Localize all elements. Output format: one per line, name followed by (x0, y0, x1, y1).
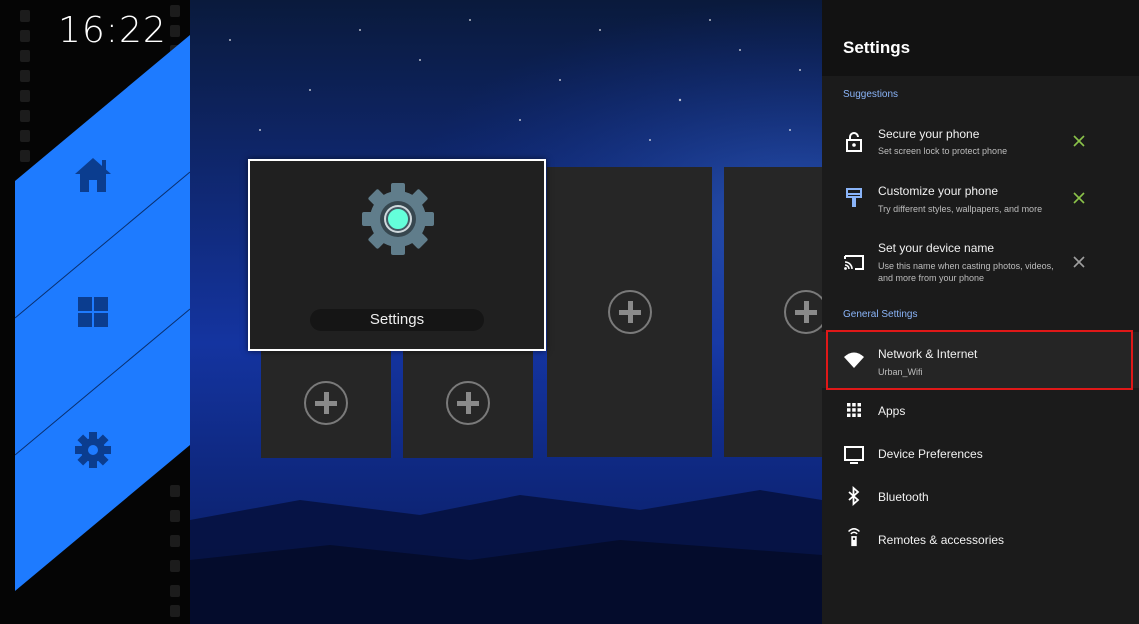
apps-grid-icon (77, 297, 108, 327)
settings-item-label: Remotes & accessories (878, 533, 1005, 547)
suggestion-customize-phone[interactable]: Customize your phone Try different style… (822, 176, 1139, 226)
general-settings-header: General Settings (843, 309, 918, 320)
settings-item-apps[interactable]: Apps (822, 396, 1139, 426)
empty-app-slot[interactable] (724, 167, 828, 457)
settings-item-device-preferences[interactable]: Device Preferences (822, 439, 1139, 469)
settings-header: Settings (822, 0, 1139, 76)
settings-title: Settings (843, 38, 911, 57)
nav-apps-button[interactable] (20, 262, 165, 362)
close-icon[interactable] (1072, 134, 1086, 148)
settings-panel: Settings Suggestions Secure your phone S… (822, 0, 1139, 624)
suggestion-title: Customize your phone (878, 184, 999, 198)
suggestion-title: Secure your phone (878, 127, 980, 141)
selection-highlight (826, 330, 1133, 390)
settings-item-bluetooth[interactable]: Bluetooth (822, 482, 1139, 512)
suggestion-subtitle: Try different styles, wallpapers, and mo… (878, 204, 1043, 214)
monitor-icon (844, 446, 864, 464)
settings-gear-icon (362, 183, 434, 255)
bluetooth-icon (848, 486, 860, 506)
home-icon (74, 158, 111, 192)
settings-item-label: Apps (878, 404, 906, 418)
close-icon[interactable] (1072, 255, 1086, 269)
suggestion-title: Set your device name (878, 241, 995, 255)
close-icon[interactable] (1072, 191, 1086, 205)
settings-item-remotes[interactable]: Remotes & accessories (822, 525, 1139, 555)
paintbrush-icon (846, 188, 862, 207)
empty-app-slot[interactable] (403, 348, 533, 458)
settings-app-tile[interactable]: Settings (248, 159, 546, 351)
settings-item-label: Bluetooth (878, 490, 929, 504)
cast-icon (844, 255, 864, 270)
apps-icon (847, 403, 861, 417)
add-icon (446, 381, 490, 425)
settings-item-label: Device Preferences (878, 447, 983, 461)
empty-app-slot[interactable] (547, 167, 712, 457)
suggestion-subtitle: Use this name when casting photos, video… (878, 261, 1054, 283)
app-tile-label: Settings (310, 309, 484, 331)
nav-settings-button[interactable] (20, 400, 165, 500)
gear-icon (74, 432, 111, 468)
add-icon (304, 381, 348, 425)
add-icon (607, 290, 652, 334)
lock-icon (846, 132, 862, 152)
remote-icon (848, 528, 860, 547)
suggestion-subtitle: Set screen lock to protect phone (878, 146, 1008, 156)
nav-home-button[interactable] (20, 125, 165, 225)
suggestion-secure-phone[interactable]: Secure your phone Set screen lock to pro… (822, 118, 1139, 168)
suggestion-device-name[interactable]: Set your device name Use this name when … (822, 232, 1139, 290)
suggestions-header: Suggestions (843, 89, 899, 100)
empty-app-slot[interactable] (261, 348, 391, 458)
